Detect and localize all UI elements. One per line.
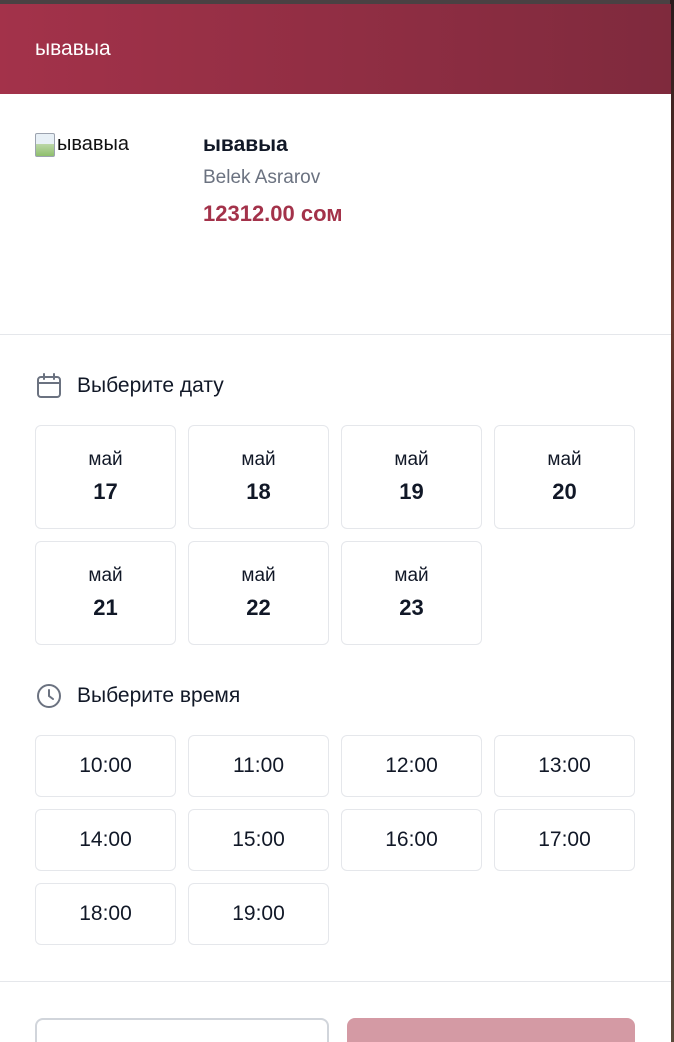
product-title: ывавыа xyxy=(203,133,288,156)
product-summary: ывавыа ывавыа Belek Asrarov 12312.00 сом xyxy=(0,94,671,335)
confirm-button[interactable] xyxy=(347,1018,635,1042)
time-option[interactable]: 15:00 xyxy=(188,809,329,871)
product-info: ывавыа Belek Asrarov 12312.00 сом xyxy=(203,133,343,227)
broken-image-icon xyxy=(35,133,55,157)
date-option[interactable]: май 22 xyxy=(188,541,329,645)
product-seller: Belek Asrarov xyxy=(203,167,321,188)
time-option[interactable]: 10:00 xyxy=(35,735,176,797)
date-day: 21 xyxy=(93,595,118,620)
date-day: 20 xyxy=(552,479,577,504)
time-section-heading: Выберите время xyxy=(35,682,240,710)
time-option[interactable]: 12:00 xyxy=(341,735,482,797)
date-option[interactable]: май 17 xyxy=(35,425,176,529)
calendar-icon xyxy=(37,373,61,398)
product-image: ывавыа xyxy=(35,133,175,173)
date-option[interactable]: май 18 xyxy=(188,425,329,529)
footer-divider xyxy=(0,981,671,982)
clock-icon xyxy=(37,684,61,708)
date-month: май xyxy=(88,565,123,586)
date-option[interactable]: май 21 xyxy=(35,541,176,645)
time-option[interactable]: 17:00 xyxy=(494,809,635,871)
date-day: 19 xyxy=(399,479,424,504)
date-month: май xyxy=(547,449,582,470)
date-grid: май 17 май 18 май 19 май 20 май 21 май 2… xyxy=(35,425,635,645)
date-day: 18 xyxy=(246,479,271,504)
date-section-heading: Выберите дату xyxy=(35,372,224,400)
date-day: 17 xyxy=(93,479,118,504)
date-month: май xyxy=(241,449,276,470)
date-day: 22 xyxy=(246,595,271,620)
time-grid: 10:00 11:00 12:00 13:00 14:00 15:00 16:0… xyxy=(35,735,635,945)
date-month: май xyxy=(88,449,123,470)
date-month: май xyxy=(241,565,276,586)
date-month: май xyxy=(394,449,429,470)
date-option[interactable]: май 20 xyxy=(494,425,635,529)
modal-header: ывавыа xyxy=(0,4,671,94)
date-day: 23 xyxy=(399,595,424,620)
modal-title: ывавыа xyxy=(35,37,111,60)
time-option[interactable]: 16:00 xyxy=(341,809,482,871)
date-month: май xyxy=(394,565,429,586)
cancel-button[interactable] xyxy=(35,1018,329,1042)
time-option[interactable]: 13:00 xyxy=(494,735,635,797)
booking-modal: ывавыа ывавыа ывавыа Belek Asrarov 12312… xyxy=(0,4,671,1042)
product-price: 12312.00 сом xyxy=(203,201,343,226)
time-option[interactable]: 18:00 xyxy=(35,883,176,945)
time-section-title: Выберите время xyxy=(77,684,241,707)
time-option[interactable]: 14:00 xyxy=(35,809,176,871)
date-option[interactable]: май 19 xyxy=(341,425,482,529)
date-option[interactable]: май 23 xyxy=(341,541,482,645)
product-image-alt: ывавыа xyxy=(57,133,130,155)
time-option[interactable]: 11:00 xyxy=(188,735,329,797)
time-option[interactable]: 19:00 xyxy=(188,883,329,945)
date-section-title: Выберите дату xyxy=(77,374,224,397)
